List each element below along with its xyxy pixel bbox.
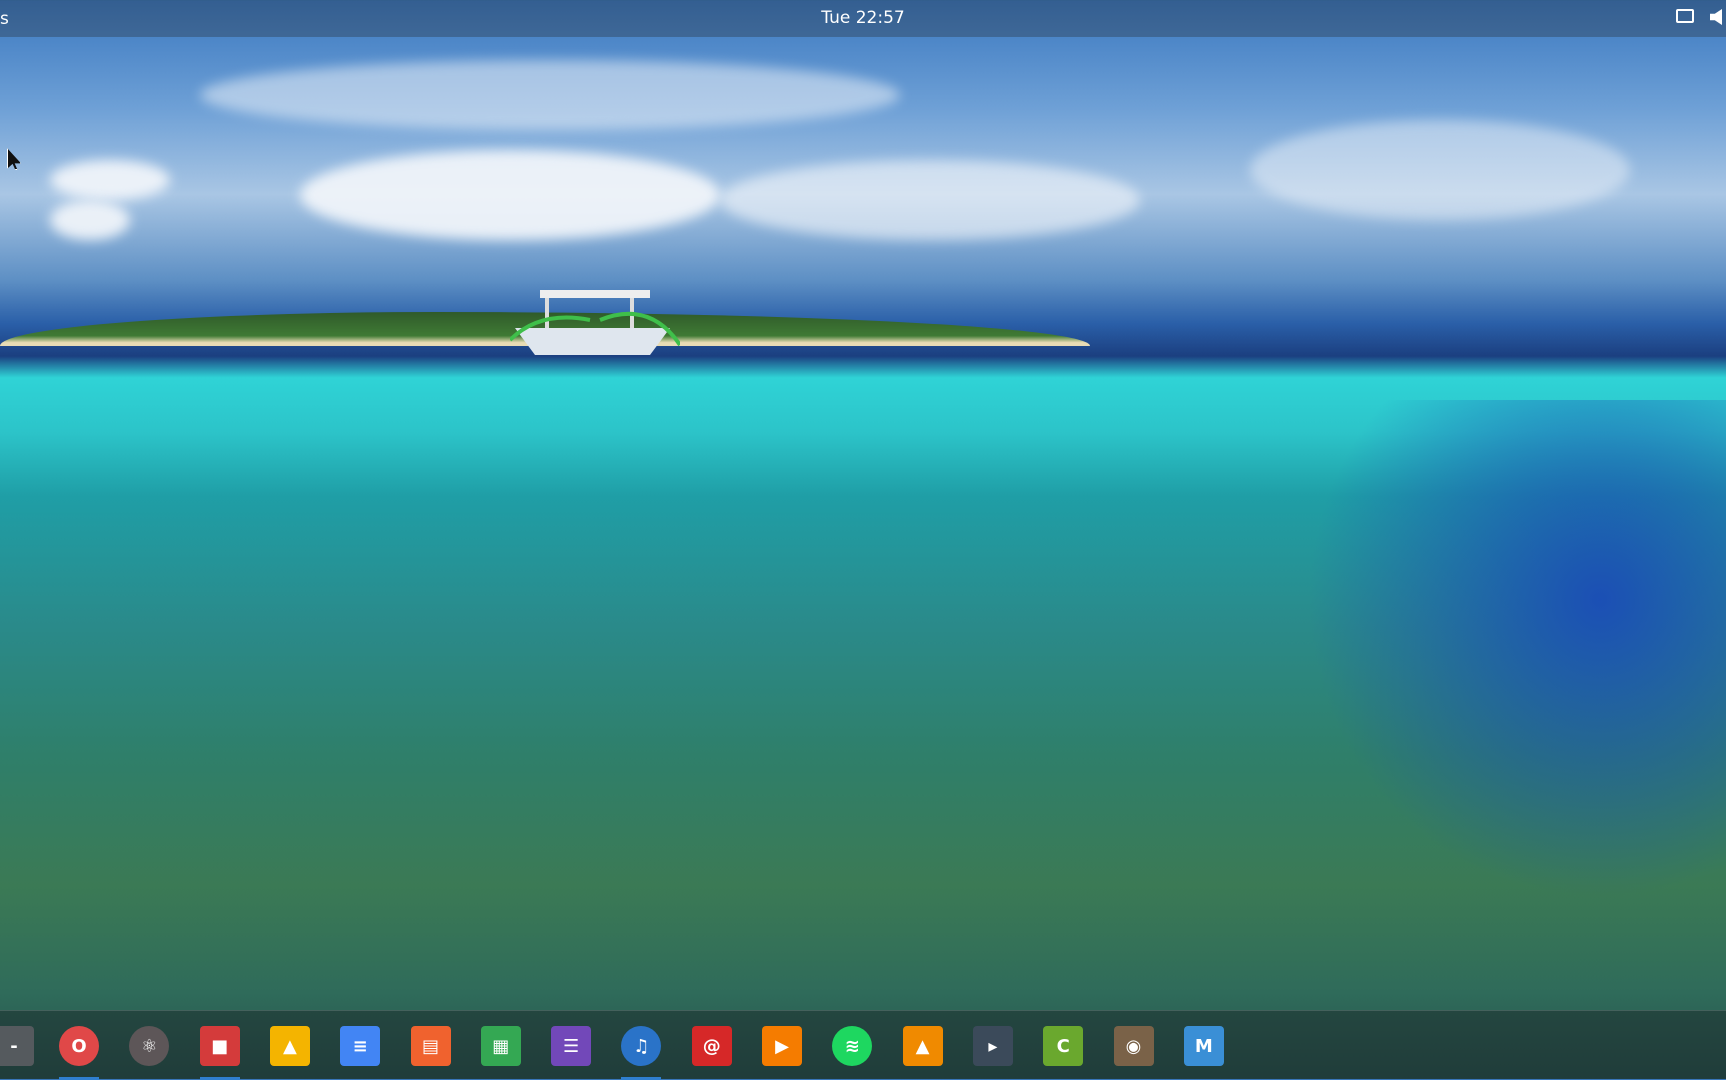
gimp-icon: ◉ xyxy=(1113,1026,1154,1066)
presentation-icon: M xyxy=(1183,1026,1224,1066)
dock-app-atom[interactable]: ⚛ xyxy=(127,1024,171,1068)
google-forms-icon: ☰ xyxy=(551,1026,592,1066)
dock-app-google-slides[interactable]: ▤ xyxy=(409,1024,453,1068)
dock-app-spotify[interactable]: ≋ xyxy=(830,1024,874,1068)
show-desktop-icon: - xyxy=(0,1026,34,1066)
dock-app-gimp[interactable]: ◉ xyxy=(1112,1024,1156,1068)
netease-music-icon: @ xyxy=(691,1026,732,1066)
top-bar: s Tue 22:57 xyxy=(0,0,1726,37)
google-slides-icon: ▤ xyxy=(410,1026,451,1066)
dock-app-google-sheets[interactable]: ▦ xyxy=(479,1024,523,1068)
dock-app-show-desktop[interactable]: - xyxy=(0,1024,36,1068)
audio-player-icon: ♫ xyxy=(621,1026,662,1066)
dock-app-opera[interactable]: O xyxy=(57,1024,101,1080)
dock-app-google-play-music[interactable]: ▶ xyxy=(760,1024,804,1068)
system-cleaner-icon: C xyxy=(1043,1026,1084,1066)
google-sheets-icon: ▦ xyxy=(480,1026,521,1066)
dock-app-google-drive[interactable]: ▲ xyxy=(268,1024,312,1068)
google-drive-icon: ▲ xyxy=(269,1026,310,1066)
spotify-icon: ≋ xyxy=(832,1026,873,1066)
dock-app-google-docs[interactable]: ≡ xyxy=(338,1024,382,1068)
kdenlive-icon: ▸ xyxy=(972,1026,1013,1066)
dock: - O ⚛ ■ ▲ ≡ ▤ ▦ ☰ ♫ @ ▶ ≋ ▲ ▸ C ◉ M xyxy=(0,1010,1726,1080)
dock-app-audio-player[interactable]: ♫ xyxy=(619,1024,663,1080)
dock-app-netease-music[interactable]: @ xyxy=(690,1024,734,1068)
google-play-music-icon: ▶ xyxy=(762,1026,802,1066)
dock-app-screen-recorder[interactable]: ■ xyxy=(198,1024,242,1080)
vlc-icon: ▲ xyxy=(902,1026,943,1066)
clock[interactable]: Tue 22:57 xyxy=(0,8,1726,28)
screen-recorder-icon: ■ xyxy=(199,1026,240,1066)
volume-icon[interactable] xyxy=(1710,9,1722,25)
screen-icon[interactable] xyxy=(1676,9,1694,23)
dock-app-system-cleaner[interactable]: C xyxy=(1041,1024,1085,1068)
dock-app-vlc[interactable]: ▲ xyxy=(901,1024,945,1068)
atom-icon: ⚛ xyxy=(129,1026,170,1066)
dock-app-kdenlive[interactable]: ▸ xyxy=(971,1024,1015,1068)
google-docs-icon: ≡ xyxy=(340,1026,381,1066)
desktop-wallpaper xyxy=(0,0,1726,1079)
dock-app-google-forms[interactable]: ☰ xyxy=(549,1024,593,1068)
dock-app-presentation[interactable]: M xyxy=(1182,1024,1226,1068)
opera-icon: O xyxy=(59,1026,99,1066)
